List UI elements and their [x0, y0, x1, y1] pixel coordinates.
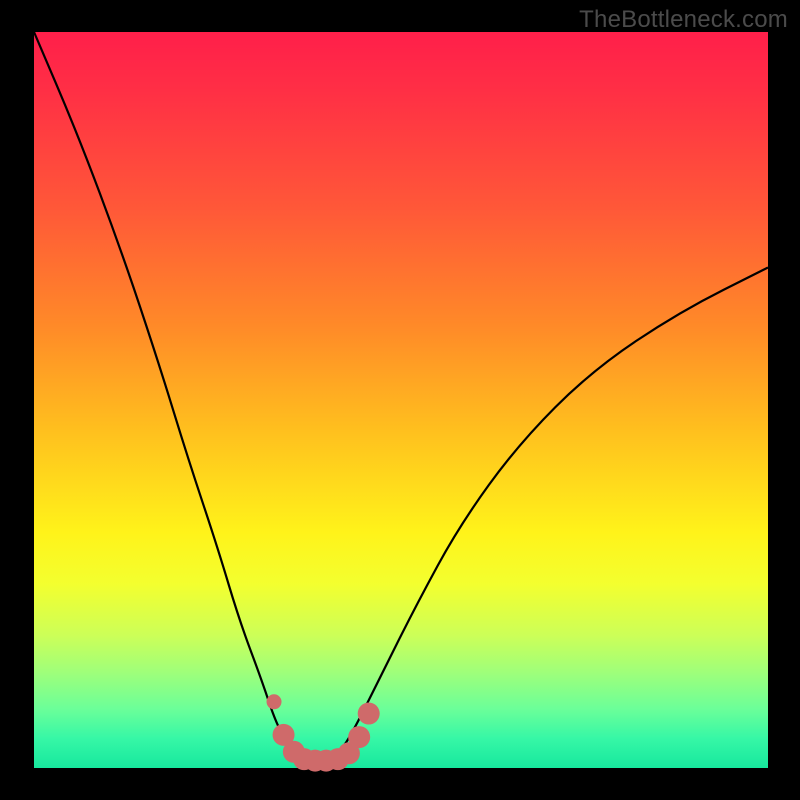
chart-frame: TheBottleneck.com: [0, 0, 800, 800]
chart-svg: [0, 0, 800, 800]
highlight-dot: [267, 694, 282, 709]
bottleneck-curve-path: [34, 32, 768, 761]
highlight-band: [267, 694, 380, 771]
highlight-dot: [358, 703, 380, 725]
highlight-dot: [348, 726, 370, 748]
bottleneck-curve: [34, 32, 768, 761]
watermark-text: TheBottleneck.com: [579, 6, 788, 34]
